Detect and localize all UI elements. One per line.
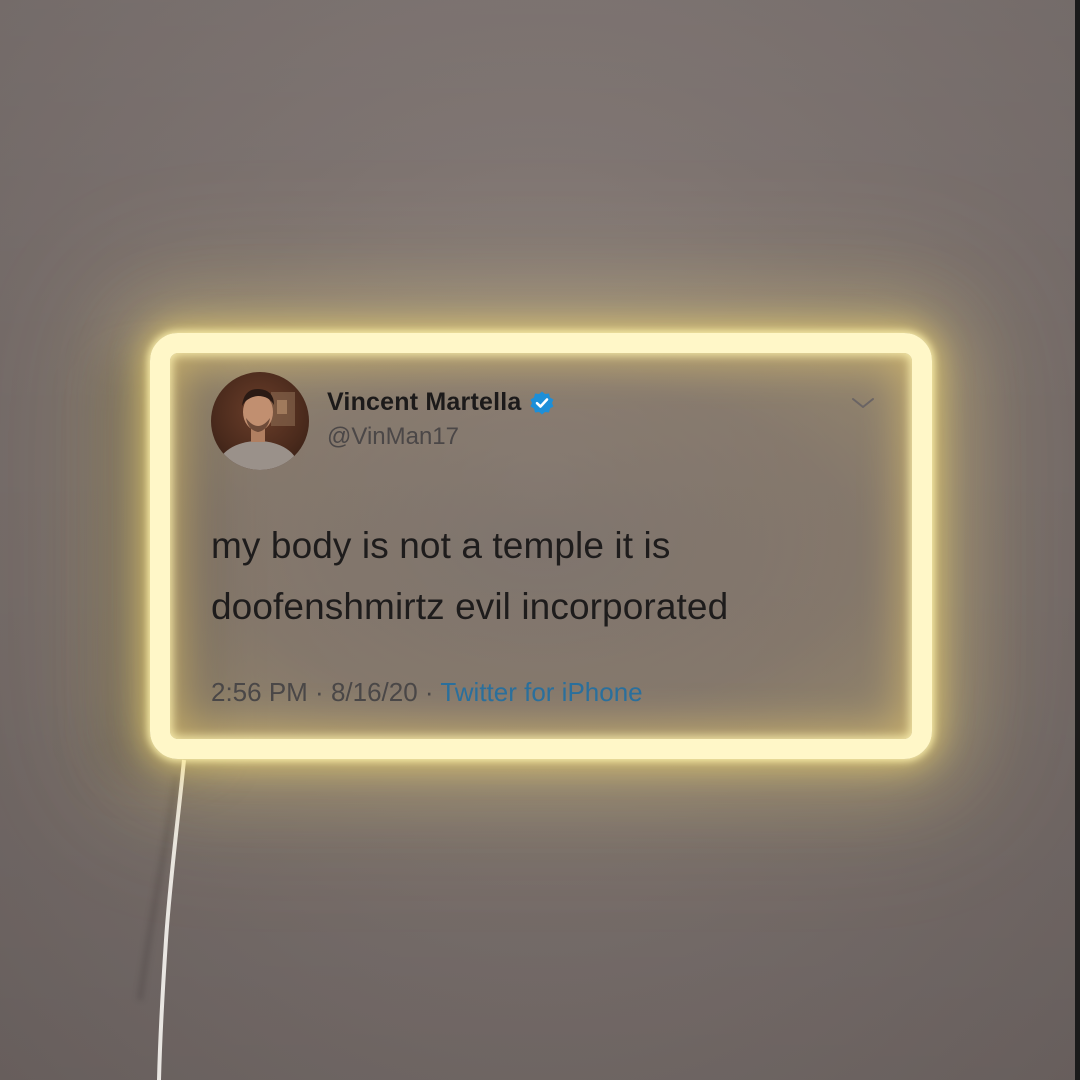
tweet-time[interactable]: 2:56 PM (211, 677, 308, 707)
tweet-source-link[interactable]: Twitter for iPhone (440, 677, 642, 707)
display-name[interactable]: Vincent Martella (327, 388, 521, 417)
tweet-date[interactable]: 8/16/20 (331, 677, 418, 707)
author-row: Vincent Martella (327, 388, 555, 417)
verified-badge-icon (530, 391, 554, 414)
tweet-card: Vincent Martella @VinMan17 my body is no… (0, 0, 1080, 1080)
tweet-text: my body is not a temple it is doofenshmi… (211, 525, 729, 627)
user-handle[interactable]: @VinMan17 (327, 423, 459, 451)
avatar-portrait (218, 388, 298, 470)
avatar (211, 372, 309, 470)
meta-separator: · (417, 677, 441, 707)
tweet-meta: 2:56 PM · 8/16/20 · Twitter for iPhone (211, 677, 643, 708)
meta-separator: · (307, 677, 331, 707)
chevron-down-icon[interactable] (849, 393, 877, 413)
